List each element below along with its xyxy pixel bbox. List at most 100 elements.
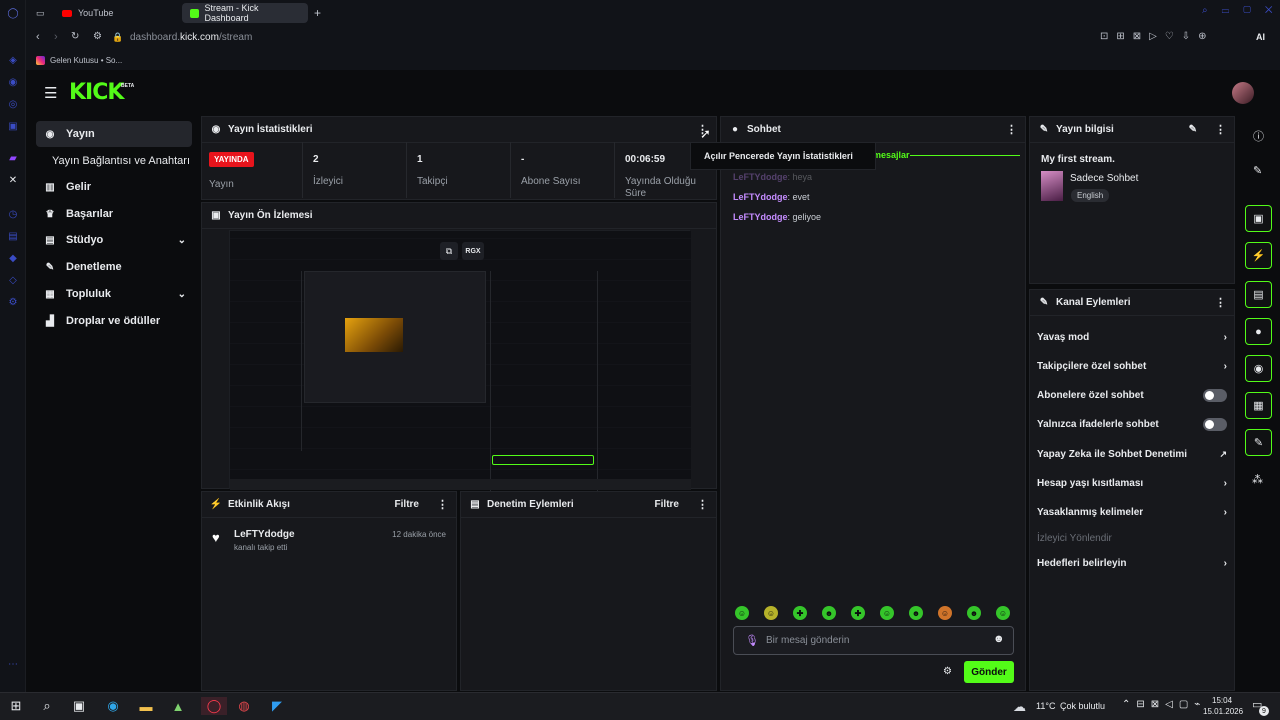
emote-icon[interactable]: ☻ (909, 606, 923, 620)
action-subscribers-only[interactable]: Abonelere özel sohbet (1037, 384, 1227, 406)
vscode-icon[interactable]: ◤ (268, 697, 286, 715)
chat-username[interactable]: LeFTYdodge (733, 172, 788, 182)
more-options-icon[interactable]: ⋮ (697, 498, 708, 511)
filter-button[interactable]: Filtre (395, 499, 419, 510)
tab-islands-icon[interactable]: ▭ (32, 3, 54, 23)
edit-icon[interactable]: ✎ (1189, 124, 1197, 135)
quick-chat-button[interactable]: ● (1245, 318, 1272, 345)
bookmark-item[interactable]: Gelen Kutusu • So... (50, 56, 122, 65)
emote-icon[interactable]: ✚ (793, 606, 807, 620)
preview-video[interactable]: ⧉ RGX (229, 230, 691, 491)
opera-logo-icon[interactable]: ◯ (5, 5, 21, 21)
sidebar-item-gelir[interactable]: ▥ Gelir (36, 174, 192, 200)
action-emotes-only[interactable]: Yalnızca ifadelerle sohbet (1037, 413, 1227, 435)
more-options-icon[interactable]: ⋮ (437, 498, 448, 511)
opera-taskbar-icon[interactable]: ◯ (201, 697, 227, 715)
sidebar-downloads-icon[interactable]: ▤ (5, 228, 21, 244)
quick-notes-button[interactable]: ▤ (1245, 281, 1272, 308)
url-field[interactable]: dashboard.kick.com/stream (130, 32, 252, 43)
sidebar-settings-icon[interactable]: ⚙ (5, 294, 21, 310)
obs-icon[interactable]: ◍ (235, 697, 253, 715)
chat-username[interactable]: LeFTYdodge (733, 212, 788, 222)
category-thumbnail[interactable] (1041, 171, 1063, 201)
hamburger-menu-icon[interactable]: ☰ (44, 84, 57, 102)
sidebar-more-icon[interactable]: ⋯ (5, 656, 21, 672)
task-view-icon[interactable]: ▣ (70, 697, 88, 715)
sidebar-item-denetleme[interactable]: ✎ Denetleme (36, 254, 192, 280)
tab-youtube[interactable]: YouTube (54, 3, 178, 23)
tab-kick-dashboard[interactable]: Stream - Kick Dashboard (182, 3, 308, 23)
sidebar-item-stream-key[interactable]: Yayın Bağlantısı ve Anahtarı (44, 148, 198, 174)
quick-tools-button[interactable]: ✎ (1245, 429, 1272, 456)
chat-input[interactable]: 🎙 Bir mesaj gönderin ☻ (733, 626, 1014, 655)
quick-mod-button[interactable]: ▦ (1245, 392, 1272, 419)
emote-icon[interactable]: ☻ (967, 606, 981, 620)
back-icon[interactable]: ‹ (36, 31, 40, 43)
sidebar-messenger-icon[interactable]: ◉ (5, 74, 21, 90)
info-icon[interactable]: ⓘ (1253, 128, 1264, 144)
action-slow-mode[interactable]: Yavaş mod › (1037, 326, 1227, 348)
sidebar-item-droplar[interactable]: ▟ Droplar ve ödüller (36, 308, 192, 334)
sidebar-bookmark-icon[interactable]: ◈ (5, 52, 21, 68)
action-banned-words[interactable]: Yasaklanmış kelimeler › (1037, 501, 1227, 523)
sidebar-pinboard-icon[interactable]: ◇ (5, 272, 21, 288)
sidebar-instagram-icon[interactable]: ▣ (5, 118, 21, 134)
action-ai-moderation[interactable]: Yapay Zeka ile Sohbet Denetimi ↗ (1037, 443, 1227, 465)
chat-username[interactable]: LeFTYdodge (733, 192, 788, 202)
weather-text[interactable]: Çok bulutlu (1060, 701, 1105, 711)
sidebar-item-studyo[interactable]: ▤ Stüdyo ⌄ (36, 227, 192, 253)
app-icon[interactable]: ▲ (169, 697, 187, 715)
new-tab-button[interactable]: + (310, 3, 328, 23)
sidebar-item-topluluk[interactable]: ▦ Topluluk ⌄ (36, 281, 192, 307)
emote-icon[interactable]: ☺ (996, 606, 1010, 620)
emoji-icon[interactable]: ☻ (993, 633, 1005, 645)
action-account-age[interactable]: Hesap yaşı kısıtlaması › (1037, 472, 1227, 494)
quick-bolt-button[interactable]: ⚡ (1245, 242, 1272, 269)
category-name[interactable]: Sadece Sohbet (1070, 173, 1138, 184)
action-followers-only[interactable]: Takipçilere özel sohbet › (1037, 355, 1227, 377)
system-tray-icons[interactable]: ⌃⊟⊠◁▢⌁ (1122, 699, 1206, 710)
more-options-icon[interactable]: ⋮ (1215, 296, 1226, 309)
action-set-goals[interactable]: Hedefleri belirleyin › (1037, 552, 1227, 574)
sidebar-item-basarilar[interactable]: ♛ Başarılar (36, 201, 192, 227)
search-icon[interactable]: ⌕ (38, 697, 56, 715)
pencil-icon[interactable]: ✎ (1253, 164, 1262, 177)
edge-icon[interactable]: ◉ (104, 697, 122, 715)
emote-icon[interactable]: ☺ (764, 606, 778, 620)
site-info-icon[interactable]: ⚙ (93, 31, 102, 42)
kick-logo[interactable]: KICK (69, 80, 124, 105)
ai-button[interactable]: AI (1256, 32, 1265, 42)
emote-icon[interactable]: ✚ (851, 606, 865, 620)
stats-popout-menu-item[interactable]: Açılır Pencerede Yayın İstatistikleri (690, 142, 876, 170)
activity-user[interactable]: LeFTYdodge (234, 529, 295, 540)
emote-icon[interactable]: ☺ (735, 606, 749, 620)
clock-time[interactable]: 15:04 (1212, 696, 1232, 705)
send-button[interactable]: Gönder (964, 661, 1014, 683)
toggle-switch[interactable] (1203, 417, 1227, 431)
more-options-icon[interactable]: ⋮ (1215, 123, 1226, 136)
weather-temp[interactable]: 11°C (1036, 701, 1055, 711)
community-icon[interactable]: ⁂ (1252, 473, 1263, 486)
windows-start-icon[interactable]: ⊞ (7, 697, 25, 715)
sidebar-history-icon[interactable]: ◷ (5, 206, 21, 222)
popout-icon[interactable]: ⧉ (440, 242, 458, 260)
toggle-switch[interactable] (1203, 388, 1227, 402)
clock-date[interactable]: 15.01.2026 (1203, 707, 1243, 716)
chat-settings-icon[interactable]: ⚙ (943, 666, 952, 677)
forward-icon[interactable]: › (54, 31, 58, 43)
emote-icon[interactable]: ☻ (822, 606, 836, 620)
toolbar-icons[interactable]: ⊡⊞⊠▷♡⇩⊕ (1100, 31, 1215, 42)
filter-button[interactable]: Filtre (655, 499, 679, 510)
quick-clip-button[interactable]: ▣ (1245, 205, 1272, 232)
reload-icon[interactable]: ↻ (71, 31, 79, 42)
sidebar-twitch-icon[interactable]: ▰ (5, 150, 21, 166)
sidebar-extensions-icon[interactable]: ◆ (5, 250, 21, 266)
file-explorer-icon[interactable]: ▬ (137, 697, 155, 715)
avatar[interactable] (1232, 82, 1254, 104)
window-controls[interactable]: ⌕▭▢✕ (1202, 5, 1280, 16)
emote-icon[interactable]: ☺ (880, 606, 894, 620)
more-options-icon[interactable]: ⋮ (1006, 123, 1017, 136)
quick-broadcast-button[interactable]: ◉ (1245, 355, 1272, 382)
sidebar-games-icon[interactable]: ◎ (5, 96, 21, 112)
rgx-badge[interactable]: RGX (462, 242, 484, 260)
